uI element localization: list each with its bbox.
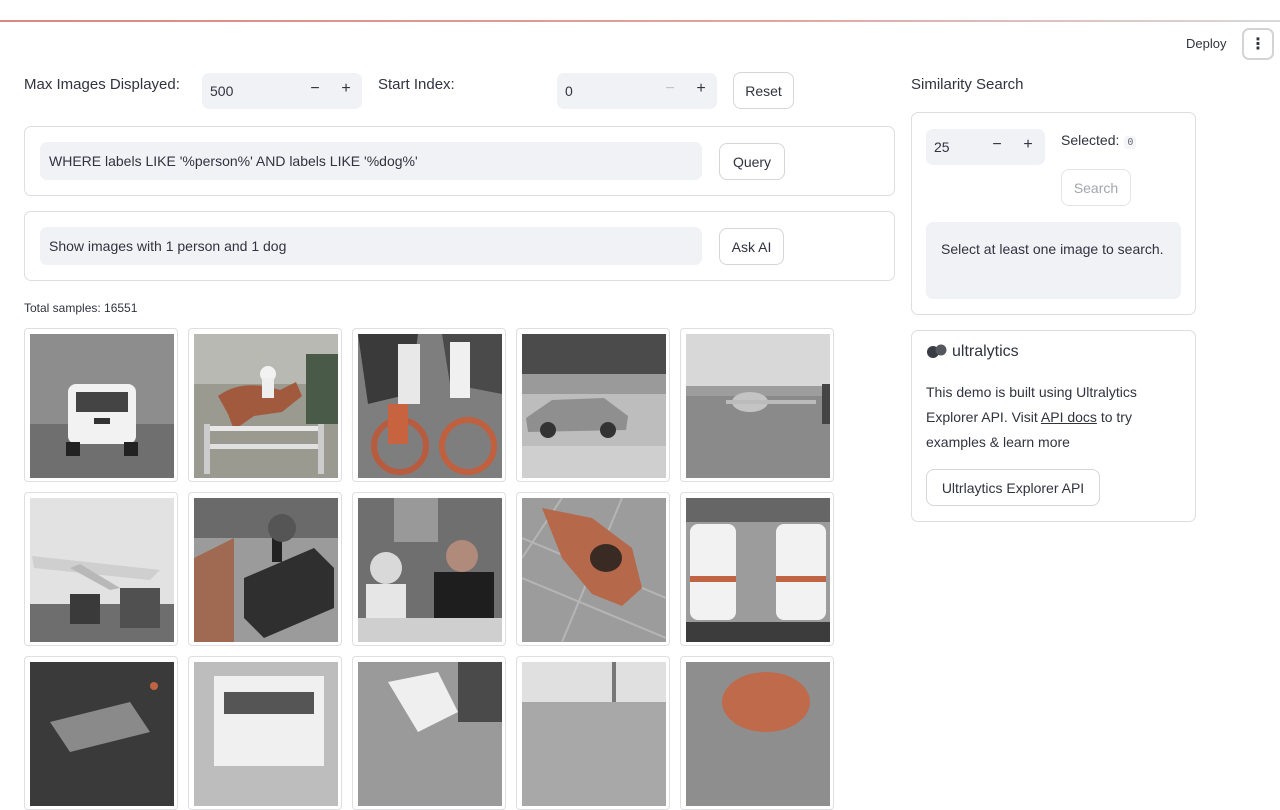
selected-label: Selected: bbox=[1061, 132, 1120, 148]
max-images-decrement-button[interactable]: − bbox=[305, 80, 325, 98]
search-button[interactable]: Search bbox=[1061, 169, 1131, 206]
kebab-menu-icon[interactable]: ⋮ bbox=[1242, 28, 1274, 60]
total-samples-label: Total samples: 16551 bbox=[24, 301, 138, 315]
selected-count: Selected: 0 bbox=[1061, 132, 1137, 149]
similarity-count-decrement-button[interactable]: − bbox=[987, 136, 1007, 154]
start-index-value[interactable]: 0 bbox=[565, 83, 573, 99]
image-thumbnail[interactable] bbox=[680, 656, 834, 810]
image-thumbnail[interactable] bbox=[24, 492, 178, 646]
about-text: This demo is built using Ultralytics Exp… bbox=[926, 380, 1176, 455]
similarity-count-input[interactable]: 25 − + bbox=[926, 129, 1045, 165]
start-index-increment-button[interactable]: + bbox=[691, 80, 711, 98]
image-thumbnail[interactable] bbox=[188, 492, 342, 646]
landscape-photo bbox=[522, 662, 666, 806]
similarity-count-value[interactable]: 25 bbox=[934, 139, 950, 155]
image-thumbnail[interactable] bbox=[24, 656, 178, 810]
two-trains-photo bbox=[686, 498, 830, 642]
image-thumbnail[interactable] bbox=[516, 656, 670, 810]
explorer-api-button-label: Ultrlaytics Explorer API bbox=[941, 479, 1085, 496]
query-panel: WHERE labels LIKE '%person%' AND labels … bbox=[24, 126, 895, 196]
start-index-label: Start Index: bbox=[378, 76, 455, 93]
start-index-input[interactable]: 0 − + bbox=[557, 73, 717, 109]
image-thumbnail[interactable] bbox=[516, 492, 670, 646]
query-input[interactable]: WHERE labels LIKE '%person%' AND labels … bbox=[40, 142, 702, 180]
image-thumbnail[interactable] bbox=[680, 328, 834, 482]
image-thumbnail[interactable] bbox=[352, 492, 506, 646]
similarity-search-title: Similarity Search bbox=[911, 76, 1024, 93]
top-progress-line bbox=[0, 20, 1280, 22]
query-button-label: Query bbox=[732, 153, 772, 170]
image-thumbnail[interactable] bbox=[352, 328, 506, 482]
reset-button[interactable]: Reset bbox=[733, 72, 794, 109]
search-button-label: Search bbox=[1073, 179, 1119, 196]
cyclists-photo bbox=[358, 334, 502, 478]
max-images-label: Max Images Displayed: bbox=[24, 76, 180, 93]
ask-ai-button-label: Ask AI bbox=[731, 238, 772, 255]
closeup-photo bbox=[686, 662, 830, 806]
ask-ai-panel: Show images with 1 person and 1 dog Ask … bbox=[24, 211, 895, 281]
max-images-value[interactable]: 500 bbox=[210, 83, 233, 99]
image-thumbnail[interactable] bbox=[516, 328, 670, 482]
ultralytics-logo-icon bbox=[927, 344, 947, 358]
ask-ai-button[interactable]: Ask AI bbox=[719, 228, 784, 265]
max-images-increment-button[interactable]: + bbox=[336, 80, 356, 98]
selected-count-badge: 0 bbox=[1124, 136, 1137, 149]
start-index-decrement-button[interactable]: − bbox=[660, 80, 680, 98]
reset-button-label: Reset bbox=[745, 82, 782, 99]
deploy-button[interactable]: Deploy bbox=[1186, 36, 1226, 51]
image-thumbnail[interactable] bbox=[188, 328, 342, 482]
steam-train-photo bbox=[194, 498, 338, 642]
car-photo bbox=[30, 334, 174, 478]
dark-scene-photo bbox=[30, 662, 174, 806]
dog-lying-photo bbox=[522, 498, 666, 642]
similarity-count-increment-button[interactable]: + bbox=[1018, 136, 1038, 154]
max-images-input[interactable]: 500 − + bbox=[202, 73, 362, 109]
query-button[interactable]: Query bbox=[719, 143, 785, 180]
ultralytics-logo: ultralytics bbox=[926, 343, 1019, 361]
similarity-hint: Select at least one image to search. bbox=[926, 222, 1181, 299]
sedan-photo bbox=[522, 334, 666, 478]
explorer-api-button[interactable]: Ultrlaytics Explorer API bbox=[926, 469, 1100, 506]
truck-photo bbox=[194, 662, 338, 806]
ultralytics-logo-text: ultralytics bbox=[952, 343, 1019, 360]
ask-ai-input[interactable]: Show images with 1 person and 1 dog bbox=[40, 227, 702, 265]
image-thumbnail[interactable] bbox=[188, 656, 342, 810]
people-at-table-photo bbox=[358, 498, 502, 642]
image-thumbnail[interactable] bbox=[680, 492, 834, 646]
api-docs-link[interactable]: API docs bbox=[1041, 409, 1097, 425]
person-dog-photo bbox=[358, 662, 502, 806]
horse-jump-photo bbox=[194, 334, 338, 478]
image-thumbnail[interactable] bbox=[24, 328, 178, 482]
parked-airplane-photo bbox=[30, 498, 174, 642]
image-thumbnail[interactable] bbox=[352, 656, 506, 810]
airplane-runway-photo bbox=[686, 334, 830, 478]
